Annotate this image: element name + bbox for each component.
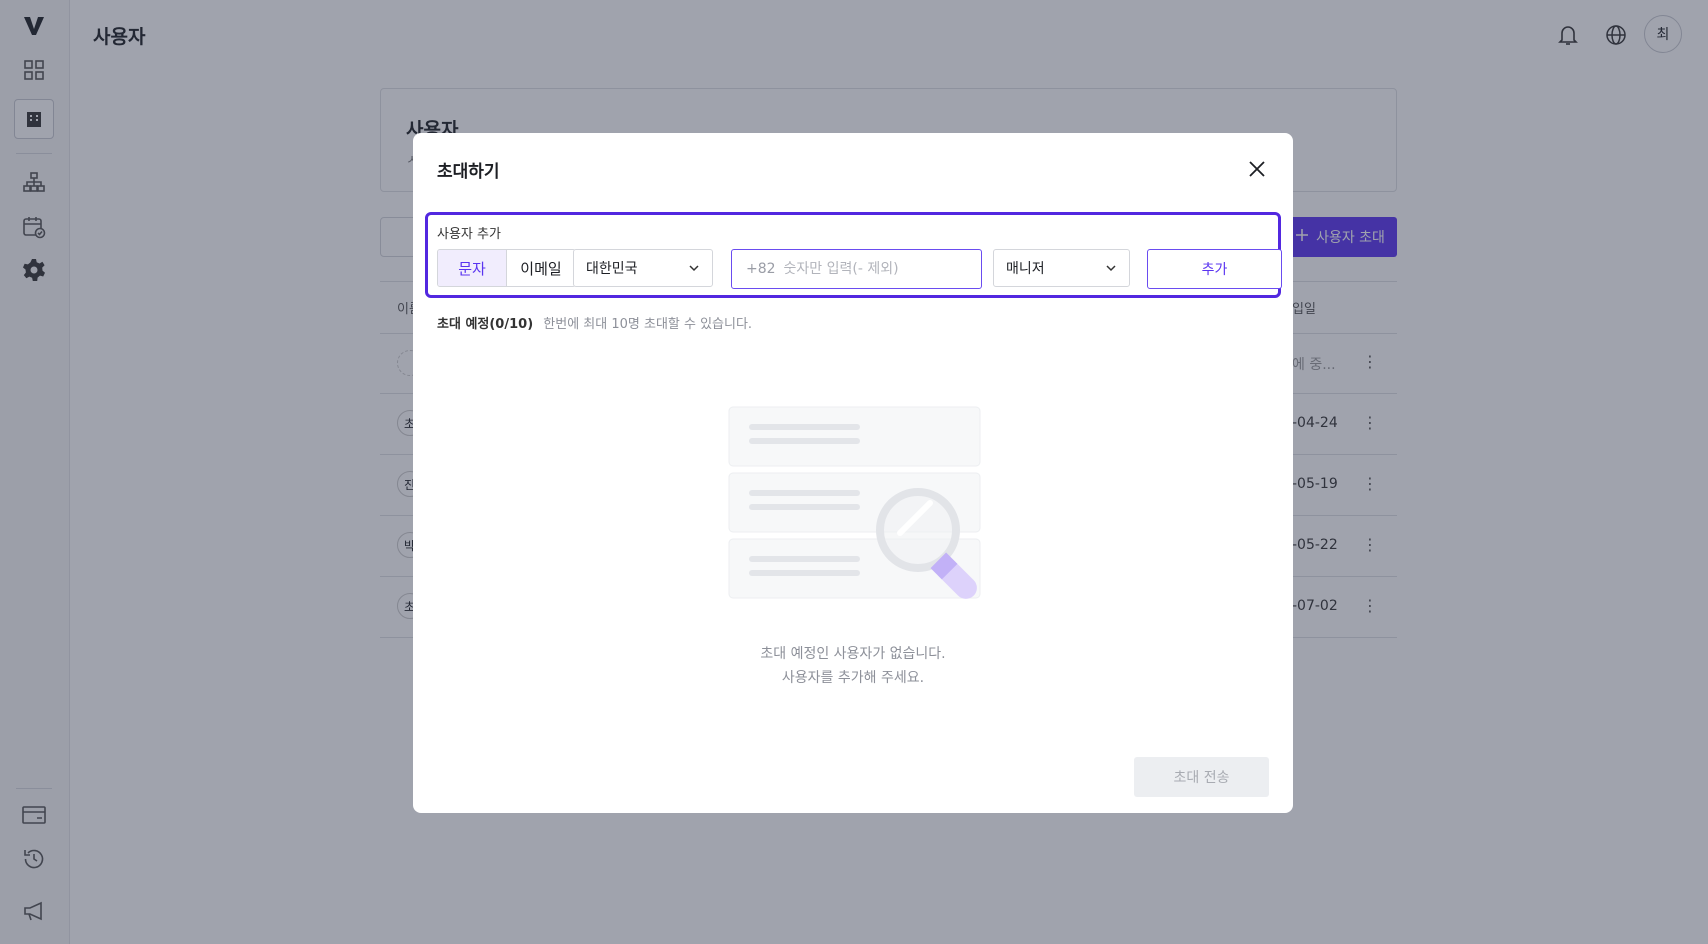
- method-sms-tab[interactable]: 문자: [438, 250, 507, 286]
- country-code: +82: [746, 261, 776, 277]
- scheduled-label: 초대 예정(0/10): [437, 317, 534, 332]
- close-icon: [1249, 161, 1265, 177]
- invite-modal: 초대하기 사용자 추가 문자 이메일 대한민국 +82 매니저 추가 초대: [413, 133, 1293, 813]
- close-button[interactable]: [1243, 155, 1271, 183]
- phone-input[interactable]: [783, 261, 967, 277]
- country-select[interactable]: 대한민국: [573, 249, 713, 287]
- add-button[interactable]: 추가: [1147, 249, 1282, 289]
- add-user-label: 사용자 추가: [437, 227, 501, 242]
- country-value: 대한민국: [586, 261, 638, 277]
- empty-state-illustration: [715, 405, 991, 615]
- chevron-down-icon: [688, 262, 700, 278]
- send-invite-button[interactable]: 초대 전송: [1134, 757, 1269, 797]
- modal-title: 초대하기: [437, 162, 500, 182]
- role-value: 매니저: [1006, 261, 1045, 277]
- scheduled-hint: 한번에 최대 10명 초대할 수 있습니다.: [543, 317, 753, 332]
- phone-input-field[interactable]: +82: [731, 249, 982, 289]
- chevron-down-icon: [1105, 262, 1117, 278]
- empty-state-line1: 초대 예정인 사용자가 없습니다.: [760, 646, 946, 662]
- empty-state-line2: 사용자를 추가해 주세요.: [781, 670, 925, 686]
- add-user-section: 사용자 추가 문자 이메일 대한민국 +82 매니저 추가: [425, 212, 1282, 298]
- scheduled-count: 초대 예정(0/10) 한번에 최대 10명 초대할 수 있습니다.: [437, 313, 752, 332]
- role-select[interactable]: 매니저: [993, 249, 1130, 287]
- method-email-tab[interactable]: 이메일: [507, 250, 575, 286]
- invite-method-toggle: 문자 이메일: [437, 249, 576, 287]
